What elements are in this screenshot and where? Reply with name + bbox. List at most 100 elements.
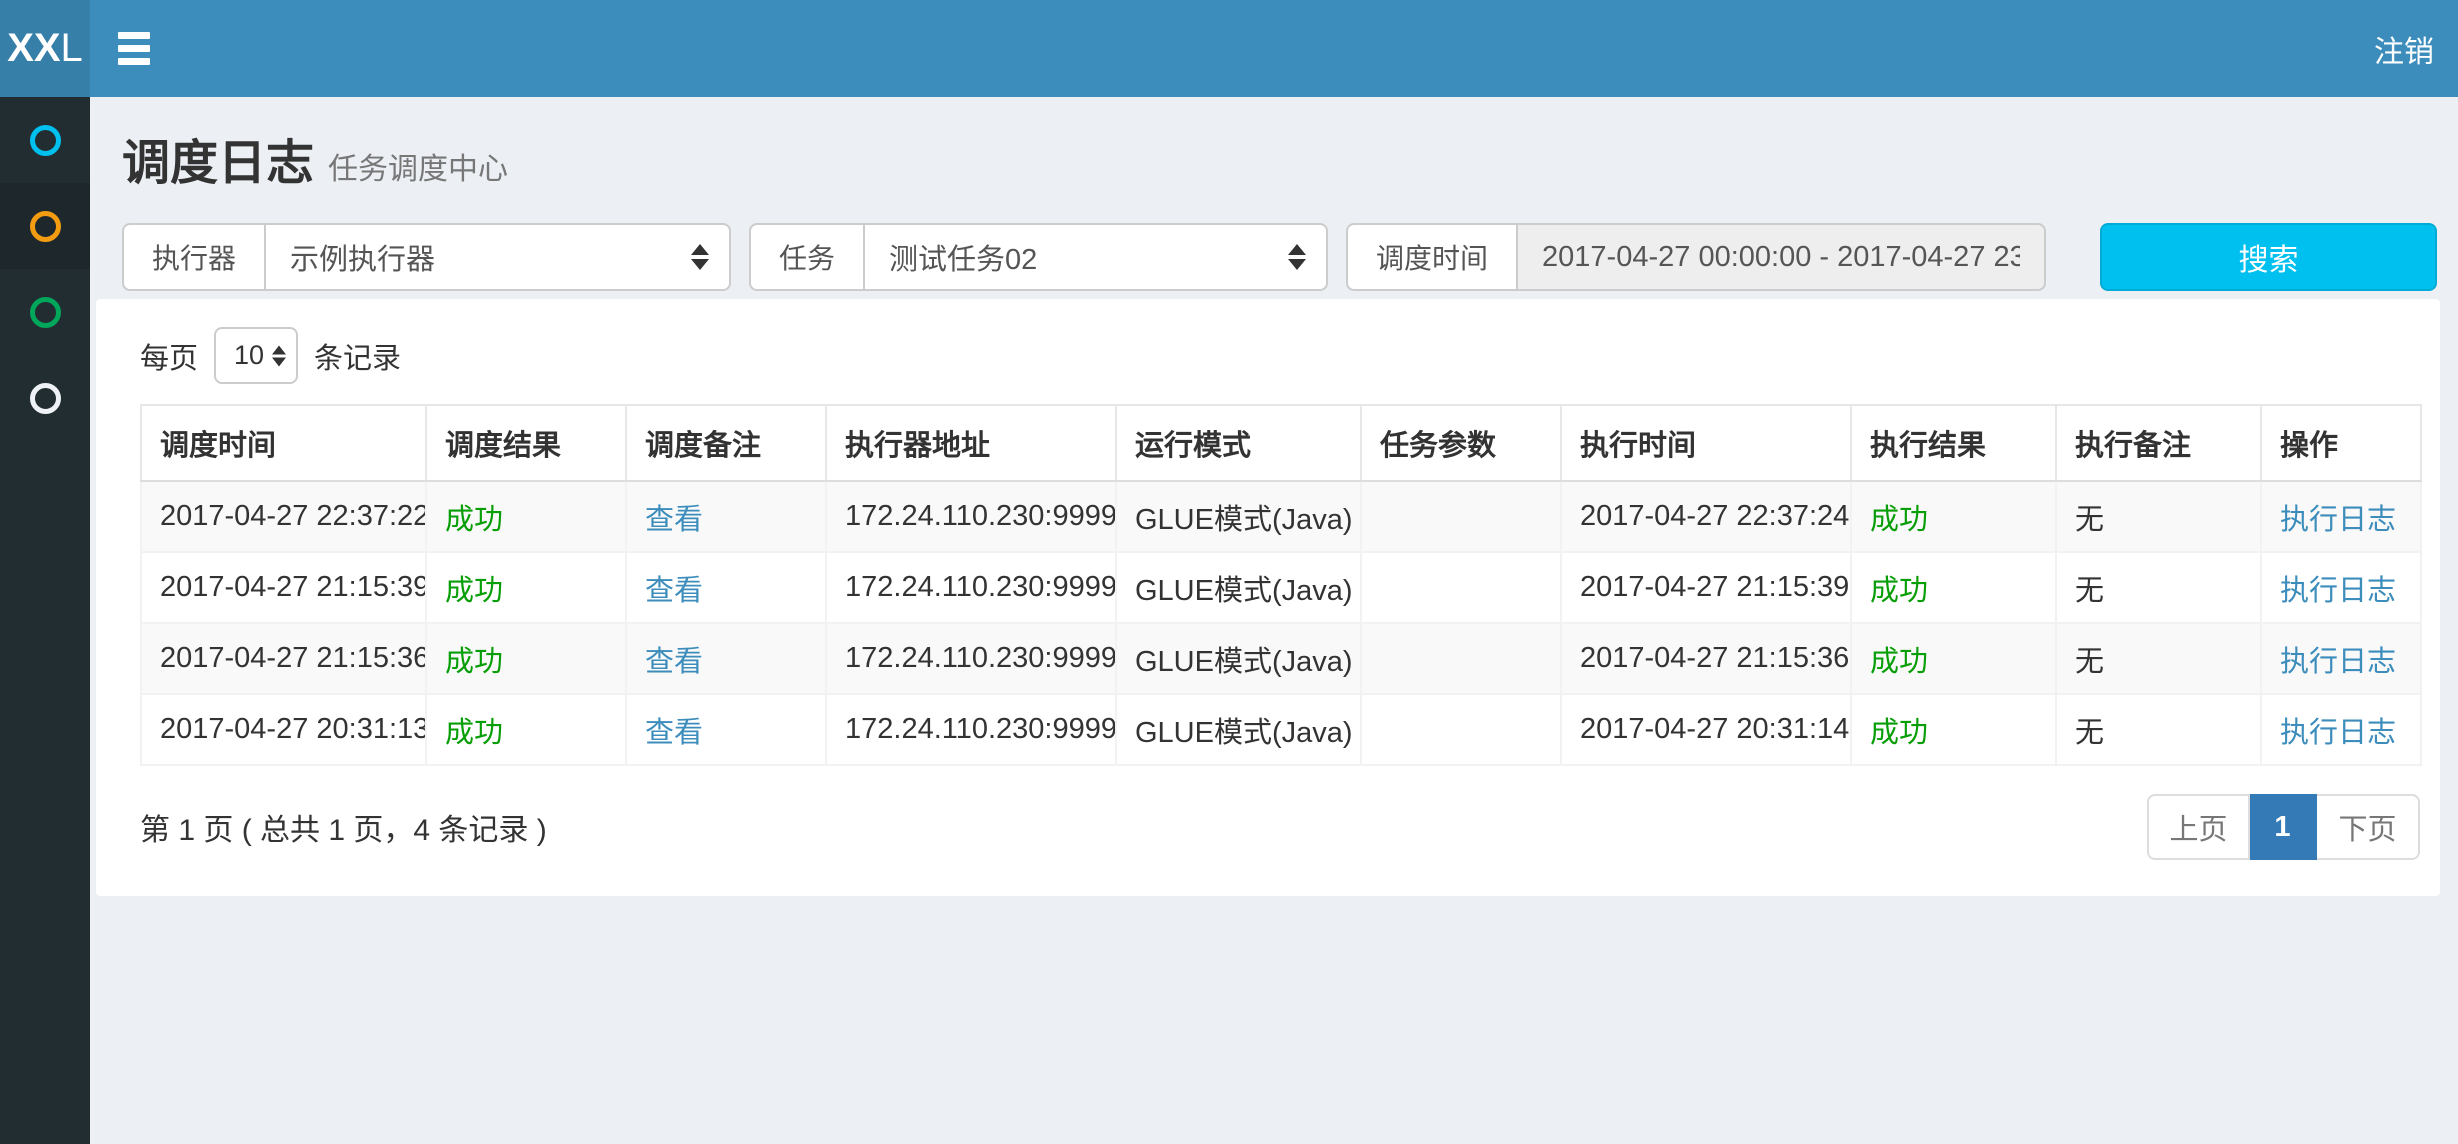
table-row: 2017-04-27 20:31:13成功查看172.24.110.230:99… xyxy=(141,694,2421,765)
cell-action[interactable]: 执行日志 xyxy=(2261,694,2421,765)
page-subtitle: 任务调度中心 xyxy=(328,144,508,188)
cell-exec-time: 2017-04-27 21:15:39 xyxy=(1561,552,1851,623)
sidebar-menu xyxy=(0,97,90,1144)
sidebar-toggle-icon[interactable] xyxy=(118,26,164,72)
cell-job-param xyxy=(1361,694,1561,765)
cell-executor-address: 172.24.110.230:9999 xyxy=(826,694,1116,765)
executor-select[interactable]: 示例执行器 xyxy=(264,223,731,291)
table-row: 2017-04-27 21:15:39成功查看172.24.110.230:99… xyxy=(141,552,2421,623)
cell-executor-address: 172.24.110.230:9999 xyxy=(826,623,1116,694)
logo-text-light: L xyxy=(61,26,83,71)
cell-action[interactable]: 执行日志 xyxy=(2261,552,2421,623)
sidebar-item-dispatch-log[interactable] xyxy=(0,183,90,269)
cell-job-param xyxy=(1361,481,1561,552)
page-size-suffix: 条记录 xyxy=(314,335,401,377)
cell-exec-time: 2017-04-27 20:31:14 xyxy=(1561,694,1851,765)
cell-action[interactable]: 执行日志 xyxy=(2261,481,2421,552)
circle-icon xyxy=(30,297,61,328)
time-filter-group: 调度时间 xyxy=(1346,223,2046,291)
pagination-info: 第 1 页 ( 总共 1 页，4 条记录 ) xyxy=(140,805,547,849)
prev-page-button[interactable]: 上页 xyxy=(2147,794,2250,860)
logo-text-bold: XX xyxy=(7,26,60,71)
cell-exec-result: 成功 xyxy=(1851,552,2056,623)
cell-run-mode: GLUE模式(Java) xyxy=(1116,694,1361,765)
cell-executor-address: 172.24.110.230:9999 xyxy=(826,552,1116,623)
executor-select-value: 示例执行器 xyxy=(290,236,435,278)
page-size-value: 10 xyxy=(234,340,264,371)
cell-dispatch-time: 2017-04-27 22:37:22 xyxy=(141,481,426,552)
cell-dispatch-result: 成功 xyxy=(426,623,626,694)
column-header: 运行模式 xyxy=(1116,405,1361,481)
next-page-button[interactable]: 下页 xyxy=(2317,794,2420,860)
log-panel: 每页 10 条记录 调度时间调度结果调度备注执行器地址运行模式任务参数执行时间执… xyxy=(96,299,2440,896)
column-header: 调度备注 xyxy=(626,405,826,481)
sidebar-item-job-manage[interactable] xyxy=(0,269,90,355)
cell-exec-remark: 无 xyxy=(2056,694,2261,765)
pagination-row: 第 1 页 ( 总共 1 页，4 条记录 ) 上页 1 下页 xyxy=(140,794,2420,860)
pager: 上页 1 下页 xyxy=(2147,794,2420,860)
page-size-prefix: 每页 xyxy=(140,335,198,377)
column-header: 执行结果 xyxy=(1851,405,2056,481)
column-header: 执行备注 xyxy=(2056,405,2261,481)
cell-dispatch-result: 成功 xyxy=(426,552,626,623)
search-button[interactable]: 搜索 xyxy=(2100,223,2437,291)
cell-dispatch-remark[interactable]: 查看 xyxy=(626,481,826,552)
executor-filter-label: 执行器 xyxy=(122,223,264,291)
cell-dispatch-time: 2017-04-27 21:15:36 xyxy=(141,623,426,694)
current-page-button[interactable]: 1 xyxy=(2250,794,2317,860)
cell-dispatch-result: 成功 xyxy=(426,694,626,765)
content-header: 调度日志 任务调度中心 xyxy=(90,97,2458,193)
page-size-row: 每页 10 条记录 xyxy=(140,327,2420,384)
logout-link[interactable]: 注销 xyxy=(2374,27,2458,71)
sidebar-item-dashboard[interactable] xyxy=(0,97,90,183)
cell-dispatch-time: 2017-04-27 21:15:39 xyxy=(141,552,426,623)
app-screen: XXL 注销 调度日志 任务调度中心 执行器 示例执行器 任务 xyxy=(0,0,2458,1144)
job-select[interactable]: 测试任务02 xyxy=(863,223,1328,291)
top-navbar: XXL 注销 xyxy=(0,0,2458,97)
header-row: 调度时间调度结果调度备注执行器地址运行模式任务参数执行时间执行结果执行备注操作 xyxy=(141,405,2421,481)
cell-action[interactable]: 执行日志 xyxy=(2261,623,2421,694)
cell-dispatch-result: 成功 xyxy=(426,481,626,552)
cell-dispatch-remark[interactable]: 查看 xyxy=(626,552,826,623)
cell-executor-address: 172.24.110.230:9999 xyxy=(826,481,1116,552)
cell-job-param xyxy=(1361,552,1561,623)
chevron-updown-icon xyxy=(691,244,709,270)
table-row: 2017-04-27 22:37:22成功查看172.24.110.230:99… xyxy=(141,481,2421,552)
column-header: 执行时间 xyxy=(1561,405,1851,481)
circle-icon xyxy=(30,125,61,156)
cell-exec-remark: 无 xyxy=(2056,481,2261,552)
log-table-head: 调度时间调度结果调度备注执行器地址运行模式任务参数执行时间执行结果执行备注操作 xyxy=(141,405,2421,481)
chevron-updown-icon xyxy=(1288,244,1306,270)
column-header: 操作 xyxy=(2261,405,2421,481)
time-filter-label: 调度时间 xyxy=(1346,223,1516,291)
cell-dispatch-time: 2017-04-27 20:31:13 xyxy=(141,694,426,765)
circle-icon xyxy=(30,211,61,242)
log-table: 调度时间调度结果调度备注执行器地址运行模式任务参数执行时间执行结果执行备注操作 … xyxy=(140,404,2422,766)
column-header: 调度结果 xyxy=(426,405,626,481)
page-size-select[interactable]: 10 xyxy=(214,327,298,384)
cell-exec-result: 成功 xyxy=(1851,623,2056,694)
column-header: 执行器地址 xyxy=(826,405,1116,481)
cell-run-mode: GLUE模式(Java) xyxy=(1116,481,1361,552)
cell-job-param xyxy=(1361,623,1561,694)
job-select-value: 测试任务02 xyxy=(889,236,1037,278)
column-header: 任务参数 xyxy=(1361,405,1561,481)
page-title: 调度日志 xyxy=(122,123,314,193)
sidebar-item-executor-manage[interactable] xyxy=(0,355,90,441)
cell-dispatch-remark[interactable]: 查看 xyxy=(626,623,826,694)
cell-run-mode: GLUE模式(Java) xyxy=(1116,623,1361,694)
cell-exec-remark: 无 xyxy=(2056,552,2261,623)
column-header: 调度时间 xyxy=(141,405,426,481)
log-table-body: 2017-04-27 22:37:22成功查看172.24.110.230:99… xyxy=(141,481,2421,765)
cell-run-mode: GLUE模式(Java) xyxy=(1116,552,1361,623)
main-content: 调度日志 任务调度中心 执行器 示例执行器 任务 测试任务02 调度时 xyxy=(90,97,2458,1144)
cell-exec-time: 2017-04-27 21:15:36 xyxy=(1561,623,1851,694)
cell-exec-time: 2017-04-27 22:37:24 xyxy=(1561,481,1851,552)
chevron-updown-icon xyxy=(272,345,286,366)
filter-bar: 执行器 示例执行器 任务 测试任务02 调度时间 搜索 xyxy=(122,223,2437,291)
table-row: 2017-04-27 21:15:36成功查看172.24.110.230:99… xyxy=(141,623,2421,694)
app-logo: XXL xyxy=(0,0,90,97)
time-range-input[interactable] xyxy=(1516,223,2046,291)
executor-filter-group: 执行器 示例执行器 xyxy=(122,223,731,291)
cell-dispatch-remark[interactable]: 查看 xyxy=(626,694,826,765)
